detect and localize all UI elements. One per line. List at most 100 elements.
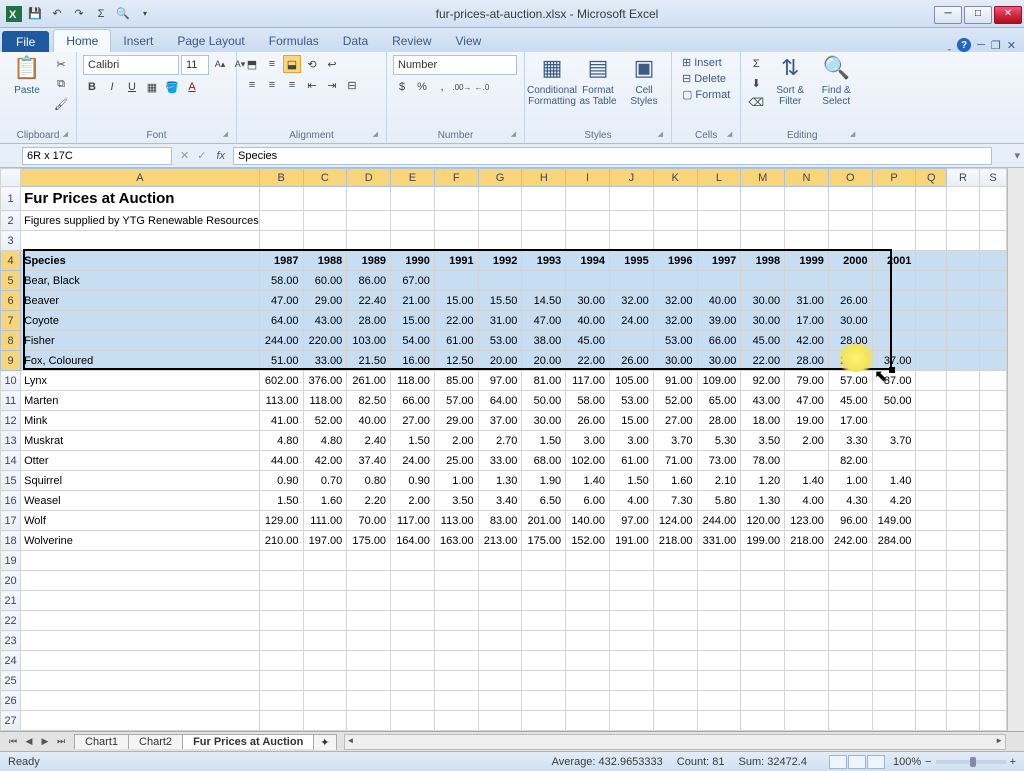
cell[interactable] — [980, 211, 1007, 231]
cell[interactable] — [653, 231, 697, 251]
cell[interactable]: 22.00 — [566, 351, 610, 371]
bold-icon[interactable]: B — [83, 78, 101, 96]
cell[interactable] — [785, 611, 829, 631]
cell[interactable] — [609, 711, 653, 731]
cell[interactable]: 3.50 — [741, 431, 785, 451]
cell[interactable] — [697, 271, 741, 291]
cell[interactable] — [947, 611, 980, 631]
cell[interactable] — [434, 271, 478, 291]
cell[interactable]: 28.00 — [828, 331, 872, 351]
row-header-16[interactable]: 16 — [1, 491, 21, 511]
sheet-tab-chart1[interactable]: Chart1 — [74, 734, 129, 749]
cell[interactable] — [785, 231, 829, 251]
cell[interactable]: 4.20 — [872, 491, 916, 511]
cell[interactable] — [434, 671, 478, 691]
cell[interactable] — [741, 187, 785, 211]
cell[interactable] — [303, 211, 347, 231]
cell[interactable]: 1.50 — [609, 471, 653, 491]
cell[interactable]: 0.90 — [391, 471, 435, 491]
cell[interactable]: 1990 — [391, 251, 435, 271]
cell[interactable]: 102.00 — [566, 451, 610, 471]
cell[interactable] — [828, 711, 872, 731]
cell[interactable] — [785, 211, 829, 231]
cell[interactable]: 22.40 — [347, 291, 391, 311]
cell[interactable] — [947, 631, 980, 651]
cell[interactable] — [980, 691, 1007, 711]
cell[interactable]: 58.00 — [259, 271, 303, 291]
cell[interactable] — [347, 187, 391, 211]
cell[interactable]: 2.00 — [434, 431, 478, 451]
cell[interactable] — [259, 571, 303, 591]
tab-home[interactable]: Home — [53, 29, 111, 52]
qat-dropdown-icon[interactable]: ▾ — [136, 5, 154, 23]
sheet-tab-chart2[interactable]: Chart2 — [128, 734, 183, 749]
row-header-13[interactable]: 13 — [1, 431, 21, 451]
cell[interactable]: 111.00 — [303, 511, 347, 531]
cell[interactable]: 105.00 — [609, 371, 653, 391]
cell[interactable]: 1.40 — [872, 471, 916, 491]
cell[interactable] — [566, 571, 610, 591]
cell[interactable]: 28.00 — [347, 311, 391, 331]
cell[interactable]: 78.00 — [741, 451, 785, 471]
delete-cells-button[interactable]: ⊟Delete — [678, 71, 730, 86]
cell[interactable] — [522, 271, 566, 291]
cell[interactable] — [916, 611, 947, 631]
cell[interactable] — [259, 211, 303, 231]
cell[interactable]: 38.00 — [522, 331, 566, 351]
orientation-icon[interactable]: ⟲ — [303, 55, 321, 73]
cell[interactable] — [980, 351, 1007, 371]
cell[interactable]: 47.00 — [785, 391, 829, 411]
cell[interactable] — [872, 187, 916, 211]
cell[interactable] — [697, 187, 741, 211]
cell[interactable]: 1.50 — [391, 431, 435, 451]
cell[interactable] — [303, 591, 347, 611]
cell[interactable] — [697, 671, 741, 691]
save-icon[interactable]: 💾 — [26, 5, 44, 23]
cell[interactable]: 41.00 — [259, 411, 303, 431]
cell[interactable]: 15.00 — [391, 311, 435, 331]
cell[interactable] — [916, 411, 947, 431]
cell[interactable] — [785, 271, 829, 291]
cell[interactable] — [478, 651, 522, 671]
cell[interactable]: 197.00 — [303, 531, 347, 551]
cell[interactable] — [980, 371, 1007, 391]
zoom-slider[interactable] — [936, 760, 1006, 764]
cell[interactable]: 213.00 — [478, 531, 522, 551]
font-color-icon[interactable]: A — [183, 78, 201, 96]
insert-cells-button[interactable]: ⊞Insert — [678, 55, 726, 70]
cell[interactable]: 32.00 — [609, 291, 653, 311]
cell[interactable] — [653, 631, 697, 651]
cell[interactable] — [872, 271, 916, 291]
cell[interactable]: 12.50 — [434, 351, 478, 371]
insert-function-icon[interactable]: fx — [210, 150, 231, 162]
format-cells-button[interactable]: ▢Format — [678, 87, 734, 102]
cell[interactable]: 27.00 — [653, 411, 697, 431]
enter-formula-icon[interactable]: ✓ — [193, 149, 210, 162]
cell[interactable] — [347, 651, 391, 671]
cell[interactable]: Otter — [21, 451, 260, 471]
row-header-23[interactable]: 23 — [1, 631, 21, 651]
sheet-nav-first-icon[interactable]: ⏮ — [6, 736, 20, 747]
cell[interactable] — [947, 291, 980, 311]
cell[interactable] — [980, 651, 1007, 671]
cell[interactable] — [653, 691, 697, 711]
cell[interactable]: 53.00 — [478, 331, 522, 351]
view-page-layout-icon[interactable] — [848, 755, 866, 769]
number-format-select[interactable] — [393, 55, 517, 75]
cell[interactable]: 70.00 — [347, 511, 391, 531]
cell[interactable] — [259, 591, 303, 611]
row-header-6[interactable]: 6 — [1, 291, 21, 311]
cell[interactable] — [259, 711, 303, 731]
cell[interactable]: 1996 — [653, 251, 697, 271]
cell[interactable] — [980, 611, 1007, 631]
cell[interactable] — [478, 711, 522, 731]
cell[interactable]: 24.00 — [391, 451, 435, 471]
cell[interactable]: 124.00 — [653, 511, 697, 531]
cell[interactable] — [303, 691, 347, 711]
accounting-format-icon[interactable]: $ — [393, 78, 411, 96]
cell[interactable] — [947, 331, 980, 351]
cell[interactable]: Muskrat — [21, 431, 260, 451]
cell[interactable] — [785, 711, 829, 731]
cell[interactable] — [609, 611, 653, 631]
cell[interactable] — [916, 451, 947, 471]
